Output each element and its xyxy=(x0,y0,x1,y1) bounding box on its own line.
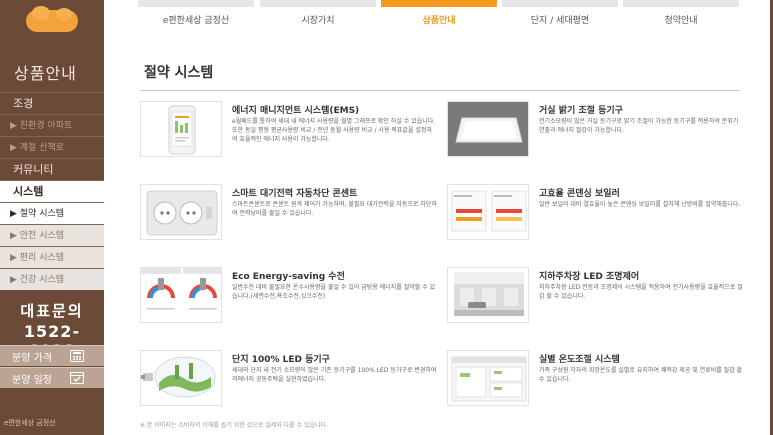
feature-card-ems: 에너지 매니지먼트 시스템(EMS) e월패드를 통하여 세대 내 에너지 사용… xyxy=(140,101,440,161)
card-title: Eco Energy-saving 수전 xyxy=(232,272,345,282)
card-description: 전기소모량이 많은 거실 등기구로 밝기 조절이 가능한 등기구를 적용하여 분… xyxy=(539,118,739,134)
app-root: { "sidebar": { "section_title": "상품안내", … xyxy=(0,0,773,435)
card-description: 지하주차장 LED 전등과 조명제어 시스템을 적용하여 전기사용량을 효율적으… xyxy=(539,284,743,300)
thermostat-image xyxy=(447,350,529,406)
feature-card-ceiling-light: 거실 밝기 조절 등기구 전기소모량이 많은 거실 등기구로 밝기 조절이 가능… xyxy=(447,101,747,161)
sidebar: 상품안내 조경 ▶ 친환경 아파트 ▶ 계절 산책로 커뮤니티 시스템 ▶ 절약… xyxy=(0,0,104,435)
feature-card-room-thermostat: 실별 온도조절 시스템 가족 구성원 각자의 희망온도를 실별로 유지하여 쾌적… xyxy=(447,350,747,410)
ems-phone-image xyxy=(140,101,222,157)
sale-price-label: 분양 가격 xyxy=(12,352,52,364)
top-nav-tabs: e편한세상 금정산 시장가치 상품안내 단지 / 세대평면 청약안내 xyxy=(138,0,741,28)
calculator-icon xyxy=(70,350,84,362)
sidebar-menu: 조경 ▶ 친환경 아파트 ▶ 계절 산책로 커뮤니티 시스템 ▶ 절약 시스템 … xyxy=(0,92,104,290)
sale-schedule-label: 분양 일정 xyxy=(12,374,52,386)
sale-schedule-button[interactable]: 분양 일정 xyxy=(0,367,104,388)
tab-label: e편한세상 금정산 xyxy=(162,16,230,26)
calendar-check-icon xyxy=(70,372,84,384)
card-title: 고효율 콘덴싱 보일러 xyxy=(539,189,620,199)
brand-logo[interactable] xyxy=(26,6,78,32)
tab-bar xyxy=(260,0,376,7)
tab-geumjeongsan[interactable]: e편한세상 금정산 xyxy=(138,0,254,28)
card-title: 스마트 대기전력 자동차단 콘센트 xyxy=(232,189,358,199)
card-description: 일반수전 대비 불필요한 온수사용량을 줄일 수 있어 급탕용 에너지를 절약할… xyxy=(232,284,436,300)
boiler-diagram-image xyxy=(447,184,529,240)
tab-subscription[interactable]: 청약안내 xyxy=(623,0,739,28)
title-divider xyxy=(140,90,740,91)
tab-bar xyxy=(381,0,497,7)
contact-label: 대표문의 xyxy=(20,302,84,320)
sidebar-item-saving-system[interactable]: ▶ 절약 시스템 xyxy=(0,202,104,224)
feature-card-parking-led: 지하주차장 LED 조명제어 지하주차장 LED 전등과 조명제어 시스템을 적… xyxy=(447,267,747,327)
sidebar-title: 상품안내 xyxy=(14,64,77,83)
tab-label: 상품안내 xyxy=(422,16,456,26)
faucet-diagram-image xyxy=(140,267,222,323)
sidebar-item-eco-apartment[interactable]: ▶ 친환경 아파트 xyxy=(0,114,104,136)
tab-bar xyxy=(138,0,254,7)
tab-label: 청약안내 xyxy=(664,16,698,26)
feature-card-smart-outlet: 스마트 대기전력 자동차단 콘센트 스마트콘센트로 콘센트 원격 제어가 가능하… xyxy=(140,184,440,244)
card-title: 에너지 매니지먼트 시스템(EMS) xyxy=(232,106,360,116)
card-description: e월패드를 통하여 세대 내 에너지 사용량을 월별 그래프로 확인 하실 수 … xyxy=(232,118,436,143)
tab-label: 단지 / 세대평면 xyxy=(530,16,590,26)
sale-price-button[interactable]: 분양 가격 xyxy=(0,345,104,366)
sidebar-footer: e편한세상 금정산 xyxy=(4,419,56,427)
tab-label: 시장가치 xyxy=(301,16,335,26)
tab-market-value[interactable]: 시장가치 xyxy=(260,0,376,28)
tab-complex-floorplan[interactable]: 단지 / 세대평면 xyxy=(502,0,618,28)
feature-card-eco-faucet: Eco Energy-saving 수전 일반수전 대비 불필요한 온수사용량을… xyxy=(140,267,440,327)
card-description: 가족 구성원 각자의 희망온도를 실별로 유지하여 쾌적감 제공 및 연료비를 … xyxy=(539,367,743,383)
page-title: 절약 시스템 xyxy=(144,65,214,81)
footnote-disclaimer: ※ 본 이미지는 소비자의 이해를 돕기 위한 것으로 실제와 다를 수 있습니… xyxy=(140,422,328,429)
card-description: 세대와 단지 내 전기 소모량이 많은 기존 등기구를 100% LED 등기구… xyxy=(232,367,437,383)
sidebar-item-season-walk[interactable]: ▶ 계절 산책로 xyxy=(0,136,104,158)
card-description: 일반 보일러 대비 열효율이 높은 콘덴싱 보일러를 설치해 난방비를 절약해줍… xyxy=(539,201,741,208)
tab-product-info[interactable]: 상품안내 xyxy=(381,0,497,28)
card-title: 실별 온도조절 시스템 xyxy=(539,355,620,365)
feature-card-condensing-boiler: 고효율 콘덴싱 보일러 일반 보일러 대비 열효율이 높은 콘덴싱 보일러를 설… xyxy=(447,184,747,244)
card-title: 지하주차장 LED 조명제어 xyxy=(539,272,640,282)
led-bulb-image xyxy=(140,350,222,406)
sidebar-item-convenience-system[interactable]: ▶ 편리 시스템 xyxy=(0,246,104,268)
sidebar-item-landscape[interactable]: 조경 xyxy=(0,92,104,114)
tab-bar xyxy=(502,0,618,7)
card-description: 스마트콘센트로 콘센트 원격 제어가 가능하며, 불필요 대기전력을 자동으로 … xyxy=(232,201,437,217)
parking-led-image xyxy=(447,267,529,323)
sidebar-item-community[interactable]: 커뮤니티 xyxy=(0,158,104,180)
card-title: 단지 100% LED 등기구 xyxy=(232,355,330,365)
sidebar-item-safety-system[interactable]: ▶ 안전 시스템 xyxy=(0,224,104,246)
sidebar-item-health-system[interactable]: ▶ 건강 시스템 xyxy=(0,268,104,290)
feature-card-led-fixture: 단지 100% LED 등기구 세대와 단지 내 전기 소모량이 많은 기존 등… xyxy=(140,350,440,410)
sidebar-item-system[interactable]: 시스템 xyxy=(0,180,104,202)
tab-bar xyxy=(623,0,739,7)
card-title: 거실 밝기 조절 등기구 xyxy=(539,106,623,116)
smart-outlet-image xyxy=(140,184,222,240)
ceiling-light-image xyxy=(447,101,529,157)
